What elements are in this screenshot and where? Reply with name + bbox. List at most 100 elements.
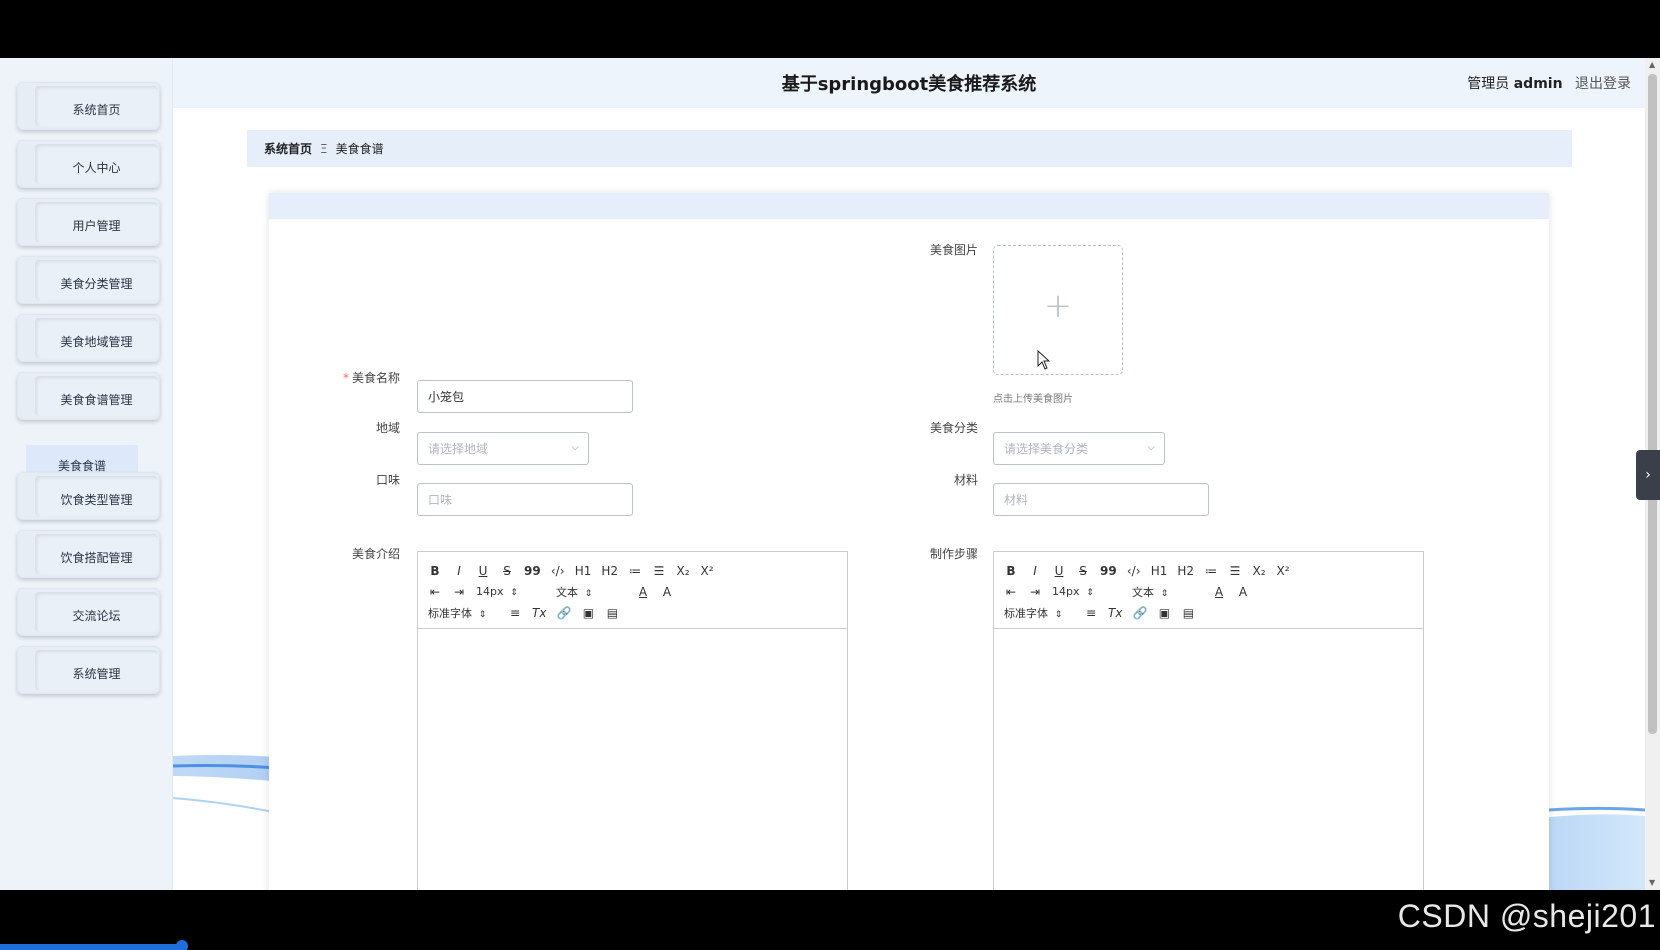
text-color-button[interactable]: A xyxy=(636,585,650,599)
sidebar-item-label: 个人中心 xyxy=(35,144,158,184)
font-size-select[interactable]: 14px ⇕ xyxy=(476,585,546,598)
required-mark: * xyxy=(342,371,349,385)
sidebar-item-label: 用户管理 xyxy=(35,202,158,242)
steps-label: 制作步骤 xyxy=(929,547,978,561)
updown-icon: ⇕ xyxy=(510,588,518,598)
region-select[interactable]: 请选择地域 ⌵ xyxy=(417,432,589,465)
strike-button[interactable]: S xyxy=(1076,564,1090,578)
sidebar-item-diet-pairing[interactable]: 饮食搭配管理 xyxy=(17,530,160,578)
sidebar-item-label: 饮食类型管理 xyxy=(35,476,158,516)
sidebar-item-food-region[interactable]: 美食地域管理 xyxy=(17,314,160,362)
image-upload-box[interactable]: + xyxy=(993,245,1123,375)
category-placeholder: 请选择美食分类 xyxy=(1004,442,1089,456)
video-icon[interactable]: ▤ xyxy=(1181,606,1195,620)
sidebar-item-home[interactable]: 系统首页 xyxy=(17,82,160,130)
sidebar-item-forum[interactable]: 交流论坛 xyxy=(17,588,160,636)
image-icon[interactable]: ▣ xyxy=(1157,606,1171,620)
updown-icon: ⇕ xyxy=(1086,588,1094,598)
food-name-input[interactable]: 小笼包 xyxy=(417,380,633,413)
image-label: 美食图片 xyxy=(929,243,978,257)
indent-button[interactable]: ⇥ xyxy=(452,585,466,599)
link-icon[interactable]: 🔗 xyxy=(1132,606,1147,620)
video-progress-bar[interactable] xyxy=(0,944,182,950)
scroll-thumb[interactable] xyxy=(1648,74,1657,734)
superscript-button[interactable]: X² xyxy=(1276,564,1290,578)
font-family-value: 标准字体 xyxy=(1004,606,1048,620)
align-button[interactable]: ≡ xyxy=(508,606,522,620)
site-title: 基于springboot美食推荐系统 xyxy=(781,74,1037,95)
scroll-up-icon[interactable]: ▲ xyxy=(1649,60,1655,69)
block-format-value: 文本 xyxy=(1132,585,1154,599)
sidebar-item-users[interactable]: 用户管理 xyxy=(17,198,160,246)
bullet-list-button[interactable]: ☰ xyxy=(652,564,666,578)
code-button[interactable]: ‹/› xyxy=(551,564,565,578)
superscript-button[interactable]: X² xyxy=(700,564,714,578)
chevron-right-icon[interactable]: › xyxy=(1636,450,1660,500)
italic-button[interactable]: I xyxy=(1028,564,1042,578)
outdent-button[interactable]: ⇤ xyxy=(428,585,442,599)
h1-button[interactable]: H1 xyxy=(1151,564,1168,578)
sidebar-item-recipe-management[interactable]: 美食食谱管理 xyxy=(17,372,160,420)
font-size-select[interactable]: 14px ⇕ xyxy=(1052,585,1122,598)
font-family-select[interactable]: 标准字体 ⇕ xyxy=(428,605,498,621)
clear-format-button[interactable]: Tx xyxy=(1108,606,1122,620)
background-color-button[interactable]: A xyxy=(1236,585,1250,599)
text-color-button[interactable]: A xyxy=(1212,585,1226,599)
name-label: * 美食名称 xyxy=(310,369,400,386)
intro-rich-text-editor: B I U S 99 ‹/› H1 H2 ≔ ☰ X₂ X² ⇤ ⇥ 14px … xyxy=(417,551,848,890)
video-progress-handle[interactable] xyxy=(176,940,188,950)
admin-username: admin xyxy=(1513,76,1563,92)
ordered-list-button[interactable]: ≔ xyxy=(1204,564,1218,578)
chevron-down-icon: ⌵ xyxy=(1147,442,1155,453)
subscript-button[interactable]: X₂ xyxy=(676,564,690,578)
chevron-down-icon: ⌵ xyxy=(571,442,579,453)
italic-button[interactable]: I xyxy=(452,564,466,578)
font-size-value: 14px xyxy=(476,585,504,598)
quote-button[interactable]: 99 xyxy=(1100,564,1117,578)
background-color-button[interactable]: A xyxy=(660,585,674,599)
font-size-value: 14px xyxy=(1052,585,1080,598)
block-format-select[interactable]: 文本 ⇕ xyxy=(556,584,626,600)
quote-button[interactable]: 99 xyxy=(524,564,541,578)
bullet-list-button[interactable]: ☰ xyxy=(1228,564,1242,578)
underline-button[interactable]: U xyxy=(476,564,490,578)
code-button[interactable]: ‹/› xyxy=(1127,564,1141,578)
subscript-button[interactable]: X₂ xyxy=(1252,564,1266,578)
h2-button[interactable]: H2 xyxy=(1177,564,1194,578)
updown-icon: ⇕ xyxy=(1054,609,1063,620)
admin-info: 管理员 admin 退出登录 xyxy=(1467,73,1631,93)
block-format-value: 文本 xyxy=(556,585,578,599)
underline-button[interactable]: U xyxy=(1052,564,1066,578)
clear-format-button[interactable]: Tx xyxy=(532,606,546,620)
sidebar-item-food-category[interactable]: 美食分类管理 xyxy=(17,256,160,304)
block-format-select[interactable]: 文本 ⇕ xyxy=(1132,584,1202,600)
upload-tip: 点击上传美食图片 xyxy=(993,394,1073,405)
sidebar-item-diet-type[interactable]: 饮食类型管理 xyxy=(17,472,160,520)
h2-button[interactable]: H2 xyxy=(601,564,618,578)
font-family-select[interactable]: 标准字体 ⇕ xyxy=(1004,605,1074,621)
logout-link[interactable]: 退出登录 xyxy=(1575,76,1631,92)
material-input[interactable]: 材料 xyxy=(993,483,1209,516)
image-icon[interactable]: ▣ xyxy=(581,606,595,620)
align-button[interactable]: ≡ xyxy=(1084,606,1098,620)
breadcrumb-home[interactable]: 系统首页 xyxy=(264,140,312,157)
category-select[interactable]: 请选择美食分类 ⌵ xyxy=(993,432,1165,465)
scroll-down-icon[interactable]: ▼ xyxy=(1649,878,1655,887)
video-icon[interactable]: ▤ xyxy=(605,606,619,620)
strike-button[interactable]: S xyxy=(500,564,514,578)
taste-input[interactable]: 口味 xyxy=(417,483,633,516)
outdent-button[interactable]: ⇤ xyxy=(1004,585,1018,599)
bold-button[interactable]: B xyxy=(1004,564,1018,578)
ordered-list-button[interactable]: ≔ xyxy=(628,564,642,578)
sidebar-item-system[interactable]: 系统管理 xyxy=(17,646,160,694)
sidebar-item-profile[interactable]: 个人中心 xyxy=(17,140,160,188)
material-label: 材料 xyxy=(953,473,978,487)
name-label-text: 美食名称 xyxy=(351,371,400,385)
h1-button[interactable]: H1 xyxy=(575,564,592,578)
region-label: 地域 xyxy=(375,421,400,435)
admin-role: 管理员 xyxy=(1467,76,1510,92)
indent-button[interactable]: ⇥ xyxy=(1028,585,1042,599)
category-label: 美食分类 xyxy=(929,421,978,435)
link-icon[interactable]: 🔗 xyxy=(556,606,571,620)
bold-button[interactable]: B xyxy=(428,564,442,578)
